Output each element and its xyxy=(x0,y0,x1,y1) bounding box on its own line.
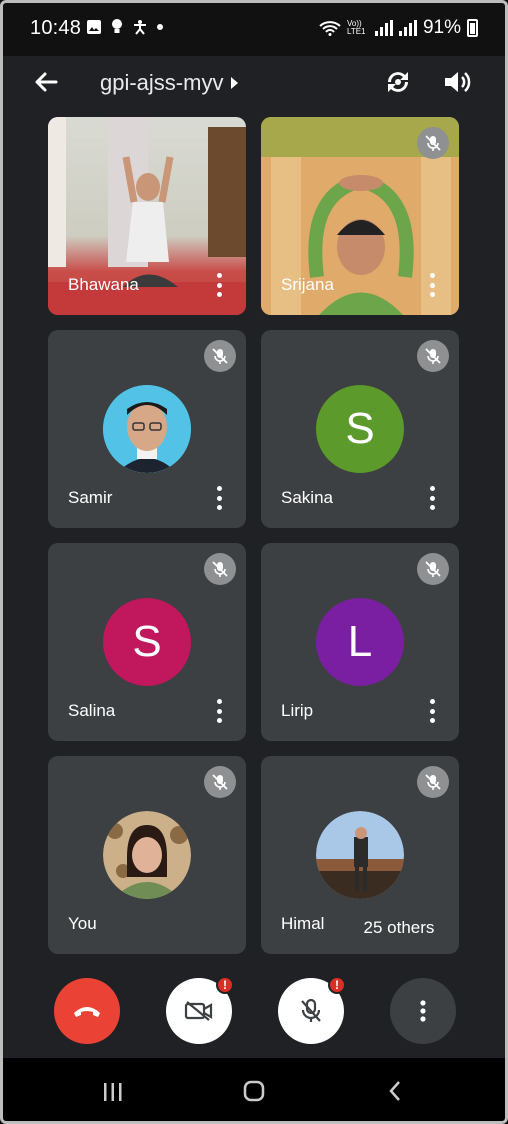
wifi-icon xyxy=(319,21,341,36)
mic-off-icon xyxy=(204,766,236,798)
others-count-pill[interactable]: 25 others xyxy=(346,908,452,948)
more-options-button[interactable] xyxy=(390,978,456,1044)
speaker-icon[interactable] xyxy=(442,66,472,98)
mic-off-icon xyxy=(301,998,321,1022)
status-notification-icons xyxy=(86,18,163,35)
mic-off-icon xyxy=(417,553,449,585)
participant-tile-samir[interactable]: Samir xyxy=(48,330,246,528)
camera-warning-badge: ! xyxy=(216,976,234,994)
meeting-code-button[interactable]: gpi-ajss-myv xyxy=(100,70,239,96)
more-vert-icon[interactable] xyxy=(427,699,437,723)
recent-apps-icon[interactable] xyxy=(102,1082,124,1102)
mic-off-icon xyxy=(204,340,236,372)
participant-name: You xyxy=(68,914,97,933)
battery-icon xyxy=(467,19,478,37)
status-right: Vo)) LTE1 91% xyxy=(319,17,478,39)
signal-icon-2 xyxy=(398,20,417,36)
avatar-initial: S xyxy=(103,598,191,686)
network-label: Vo)) LTE1 xyxy=(346,19,366,36)
more-vert-icon[interactable] xyxy=(214,273,224,297)
accessibility-icon xyxy=(134,19,146,35)
more-vert-icon[interactable] xyxy=(427,486,437,510)
mic-off-icon xyxy=(417,127,449,159)
camera-off-icon xyxy=(184,1001,213,1021)
participant-tile-bhawana[interactable]: Bhawana xyxy=(48,117,246,315)
bulb-icon xyxy=(112,19,122,33)
participant-name: Lirip xyxy=(281,701,314,720)
mic-off-icon xyxy=(204,553,236,585)
system-nav-bar xyxy=(0,1058,508,1124)
more-vert-icon[interactable] xyxy=(214,486,224,510)
meeting-top-bar: gpi-ajss-myv xyxy=(0,56,508,112)
status-time: 10:48 xyxy=(30,17,82,39)
avatar-initial: L xyxy=(316,598,404,686)
participant-name: Bhawana xyxy=(68,275,139,294)
participant-name: Himal xyxy=(281,914,325,933)
participant-tile-srijana[interactable]: Srijana xyxy=(261,117,459,315)
back-nav-icon[interactable] xyxy=(388,1080,402,1102)
avatar xyxy=(103,385,191,473)
mic-toggle-button[interactable]: ! xyxy=(278,976,346,1044)
signal-icon xyxy=(374,20,393,36)
home-icon[interactable] xyxy=(243,1080,265,1102)
participant-name: Srijana xyxy=(281,275,334,294)
caret-right-icon xyxy=(231,77,239,89)
back-arrow-icon[interactable] xyxy=(30,66,62,98)
mic-warning-badge: ! xyxy=(328,976,346,994)
more-vert-icon[interactable] xyxy=(427,273,437,297)
participant-name: Samir xyxy=(68,488,113,507)
mic-off-icon xyxy=(417,766,449,798)
dot-icon xyxy=(157,23,163,30)
camera-toggle-button[interactable]: ! xyxy=(166,976,234,1044)
participant-tile-salina[interactable]: S Salina xyxy=(48,543,246,741)
avatar xyxy=(103,811,191,899)
participant-tile-lirip[interactable]: L Lirip xyxy=(261,543,459,741)
mic-off-icon xyxy=(417,340,449,372)
participant-name: Sakina xyxy=(281,488,333,507)
image-icon xyxy=(87,19,101,34)
switch-camera-icon[interactable] xyxy=(382,66,414,98)
more-vert-icon[interactable] xyxy=(214,699,224,723)
meeting-code: gpi-ajss-myv xyxy=(100,70,224,95)
avatar-initial: S xyxy=(316,385,404,473)
avatar xyxy=(316,811,404,899)
participant-name: Salina xyxy=(68,701,116,720)
status-bar: 10:48 Vo)) LTE1 91% xyxy=(0,0,508,56)
end-call-button[interactable] xyxy=(54,978,120,1044)
battery-percent: 91% xyxy=(422,17,461,38)
more-vert-icon xyxy=(420,1000,426,1022)
participant-tile-you[interactable]: You xyxy=(48,756,246,954)
hang-up-icon xyxy=(74,1007,100,1017)
participant-tile-sakina[interactable]: S Sakina xyxy=(261,330,459,528)
